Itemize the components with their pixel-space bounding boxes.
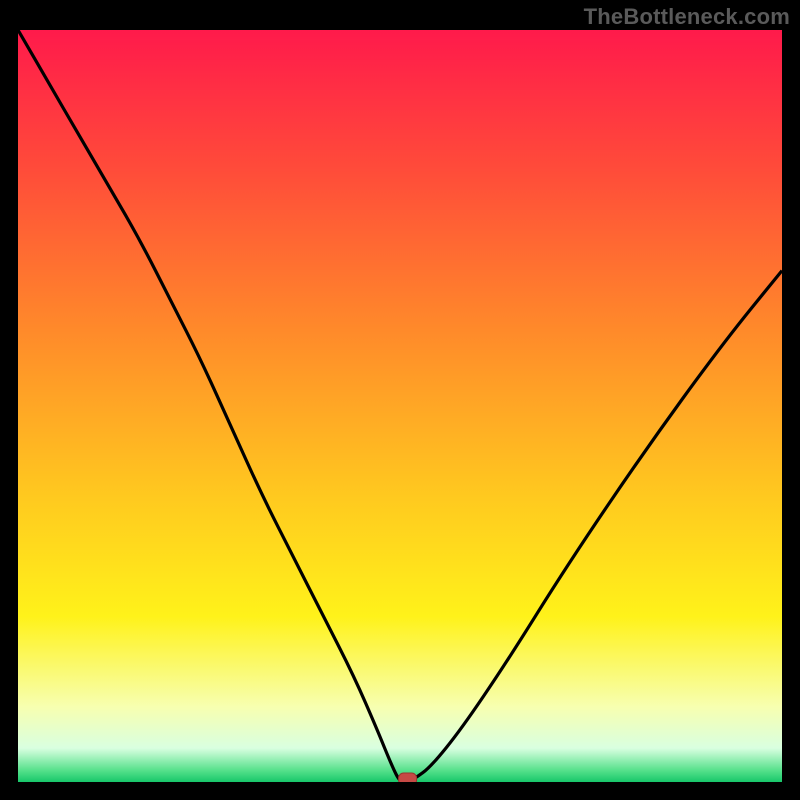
gradient-background [18, 30, 782, 782]
bottleneck-plot [18, 30, 782, 782]
optimal-point-marker [399, 773, 417, 782]
chart-frame: TheBottleneck.com [0, 0, 800, 800]
watermark-text: TheBottleneck.com [584, 4, 790, 30]
plot-svg [18, 30, 782, 782]
